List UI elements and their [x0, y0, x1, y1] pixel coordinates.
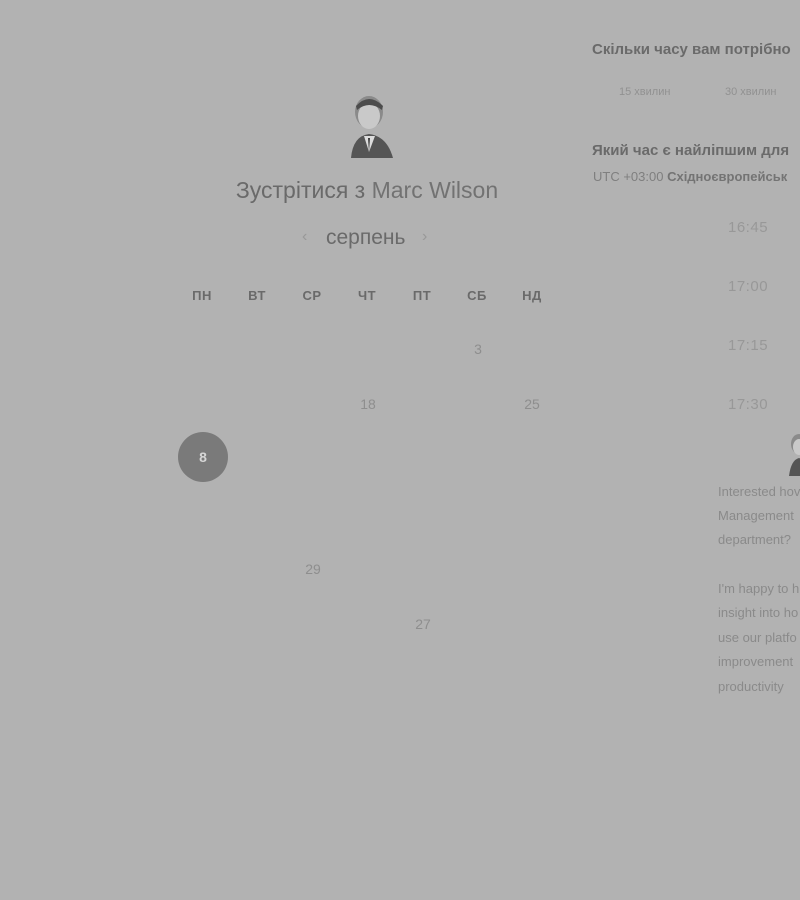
weekday-mon: ПН — [192, 288, 212, 303]
title-prefix: Зустрітися з — [235, 177, 366, 203]
time-slot[interactable]: 17:30 — [728, 396, 772, 413]
month-navigation: ‹ серпень › — [290, 226, 450, 254]
chevron-left-icon[interactable]: ‹ — [302, 228, 307, 246]
timezone-name: Східноєвропейськ — [667, 169, 788, 184]
host-avatar-small — [789, 434, 800, 476]
time-slot[interactable]: 17:00 — [728, 278, 772, 295]
weekday-sat: СБ — [467, 288, 487, 303]
calendar-day[interactable]: 3 — [463, 341, 493, 361]
description-line: use our platfo — [718, 630, 797, 645]
description-line: Interested hov — [718, 484, 800, 499]
duration-question: Скільки часу вам потрібно — [592, 41, 791, 58]
description-line: improvement — [718, 654, 794, 669]
month-label: серпень — [326, 226, 406, 249]
selected-day[interactable]: 8 — [178, 432, 228, 482]
description-line: department? — [718, 532, 791, 547]
timezone-selector[interactable]: UTC +03:00 Східноєвропейськ — [593, 169, 787, 184]
duration-option-15[interactable]: 15 хвилин — [619, 86, 670, 98]
weekday-sun: НД — [522, 288, 542, 303]
host-avatar — [351, 96, 393, 158]
time-slot[interactable]: 16:45 — [728, 219, 772, 236]
time-slot[interactable]: 17:15 — [728, 337, 772, 354]
description-line: insight into ho — [718, 605, 799, 620]
weekday-wed: СР — [302, 288, 322, 303]
duration-option-30[interactable]: 30 хвилин — [725, 86, 776, 98]
description-line: Management — [718, 508, 794, 523]
calendar-day[interactable]: 29 — [298, 561, 328, 581]
calendar-day[interactable]: 18 — [353, 396, 383, 416]
weekday-thu: ЧТ — [357, 288, 377, 303]
weekday-tue: ВТ — [248, 288, 266, 303]
timezone-offset: UTC +03:00 — [593, 169, 664, 184]
host-name: Marc Wilson — [371, 177, 499, 203]
description-line: I'm happy to h — [718, 581, 800, 596]
chevron-right-icon[interactable]: › — [422, 228, 427, 246]
calendar-day[interactable]: 25 — [517, 396, 547, 416]
weekday-fri: ПТ — [412, 288, 432, 303]
time-question: Який час є найліпшим для — [592, 142, 790, 159]
calendar-day[interactable]: 27 — [408, 616, 438, 636]
description-line: productivity — [718, 679, 784, 694]
